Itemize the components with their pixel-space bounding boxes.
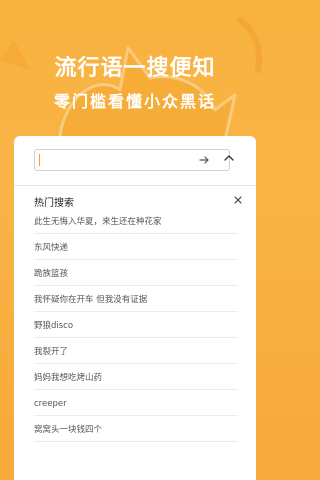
hero-title: 流行语一搜便知 <box>54 56 216 81</box>
hero-banner: 流行语一搜便知 零门槛看懂小众黑话 <box>0 0 270 150</box>
hot-search-title: 热门搜索 <box>34 198 74 209</box>
chevron-up-icon[interactable] <box>222 151 236 165</box>
hot-search-list: 此生无悔入华夏，来生还在种花家 东风快递 跪族篮孩 我怀疑你在开车 但我没有证据… <box>34 208 238 442</box>
search-field[interactable] <box>34 149 230 171</box>
hero-subtitle: 零门槛看懂小众黑话 <box>53 92 216 111</box>
hot-search-item[interactable]: 跪族篮孩 <box>34 260 238 286</box>
hot-search-item[interactable]: creeper <box>34 390 238 416</box>
arrow-right-icon[interactable] <box>197 153 211 167</box>
hot-search-item[interactable]: 窝窝头一块钱四个 <box>34 416 238 442</box>
hot-search-item[interactable]: 我怀疑你在开车 但我没有证据 <box>34 286 238 312</box>
search-panel: 热门搜索 此生无悔入华夏，来生还在种花家 东风快递 跪族篮孩 我怀疑你在开车 但… <box>14 136 256 480</box>
hot-search-item[interactable]: 此生无悔入华夏，来生还在种花家 <box>34 208 238 234</box>
hot-search-item[interactable]: 野狼disco <box>34 312 238 338</box>
text-cursor <box>39 154 40 166</box>
hot-search-item[interactable]: 妈妈我想吃烤山药 <box>34 364 238 390</box>
search-input[interactable] <box>41 153 191 167</box>
search-bar <box>14 136 256 186</box>
close-icon[interactable] <box>232 194 244 206</box>
hot-search-item[interactable]: 东风快递 <box>34 234 238 260</box>
hot-search-item[interactable]: 我裂开了 <box>34 338 238 364</box>
